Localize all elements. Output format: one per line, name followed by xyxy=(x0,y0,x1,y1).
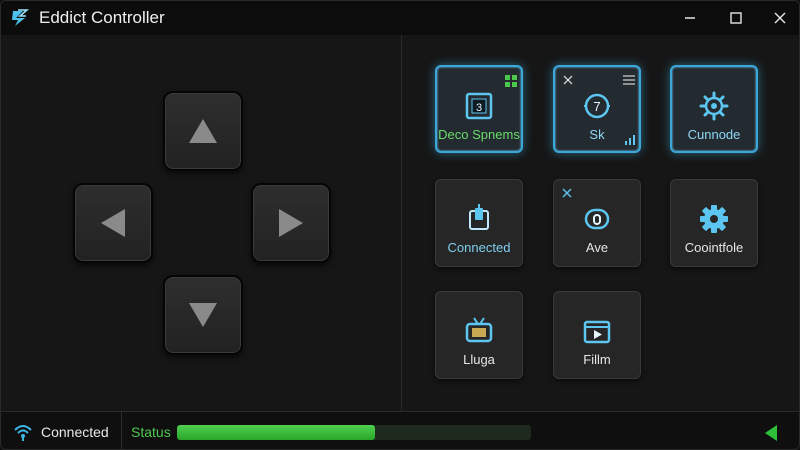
tv-icon xyxy=(465,317,493,343)
dial-7-icon: 7 xyxy=(584,93,610,119)
tile-coointfole[interactable]: Coointfole xyxy=(670,179,758,267)
close-icon xyxy=(563,75,573,85)
down-arrow-icon xyxy=(189,303,217,327)
dpad-left-button[interactable] xyxy=(73,183,153,263)
dpad-panel xyxy=(1,35,401,411)
menu-icon xyxy=(623,75,635,85)
close-icon xyxy=(562,188,572,198)
tiles-panel: 3 Deco Spnems 7 Sk Cunnode Connected Ave… xyxy=(402,35,799,411)
capsule-icon xyxy=(584,208,610,230)
dpad-down-button[interactable] xyxy=(163,275,243,355)
gear-outline-icon xyxy=(699,91,729,121)
status-progress-bar xyxy=(177,425,531,440)
signal-bars-icon xyxy=(625,135,635,145)
tile-ave[interactable]: Ave xyxy=(553,179,641,267)
tile-label: Lluga xyxy=(463,352,495,367)
left-arrow-icon xyxy=(101,209,125,237)
tile-lluga[interactable]: Lluga xyxy=(435,291,523,379)
close-icon xyxy=(774,12,786,24)
svg-text:3: 3 xyxy=(476,102,482,114)
tile-label: Fillm xyxy=(583,352,611,367)
svg-text:7: 7 xyxy=(593,99,600,114)
lightning-s-icon xyxy=(12,9,30,26)
title-bar[interactable]: Eddict Controller xyxy=(1,1,799,35)
tile-connected[interactable]: Connected xyxy=(435,179,523,267)
gear-icon xyxy=(700,205,728,233)
tile-label: Cunnode xyxy=(687,127,741,142)
status-separator xyxy=(121,412,122,449)
app-window: Eddict Controller 3 Deco Spnems 7 Sk Cun… xyxy=(0,0,800,450)
tile-label: Coointfole xyxy=(684,240,744,255)
wifi-icon xyxy=(14,425,32,441)
film-play-icon xyxy=(583,320,611,344)
dpad-right-button[interactable] xyxy=(251,183,331,263)
connector-icon xyxy=(469,204,489,230)
status-bar: Connected Status xyxy=(1,411,799,449)
play-back-icon[interactable] xyxy=(763,424,779,442)
tile-deco-spnems[interactable]: 3 Deco Spnems xyxy=(435,65,523,153)
minimize-icon xyxy=(685,17,695,19)
close-button[interactable] xyxy=(757,1,799,35)
maximize-button[interactable] xyxy=(713,1,759,35)
tile-label: Deco Spnems xyxy=(438,127,520,142)
right-arrow-icon xyxy=(279,209,303,237)
tile-label: Ave xyxy=(585,240,609,255)
progress-fill xyxy=(177,425,376,440)
app-title: Eddict Controller xyxy=(39,8,165,27)
maximize-icon xyxy=(730,12,742,24)
status-label: Status xyxy=(131,424,171,440)
grid-icon xyxy=(505,75,517,87)
minimize-button[interactable] xyxy=(667,1,713,35)
tile-label: Connected xyxy=(447,240,511,255)
tile-cunnode[interactable]: Cunnode xyxy=(670,65,758,153)
monitor-3-icon: 3 xyxy=(465,92,493,120)
tile-sk[interactable]: 7 Sk xyxy=(553,65,641,153)
dpad-up-button[interactable] xyxy=(163,91,243,171)
connection-status: Connected xyxy=(41,424,109,440)
up-arrow-icon xyxy=(189,119,217,143)
tile-fillm[interactable]: Fillm xyxy=(553,291,641,379)
